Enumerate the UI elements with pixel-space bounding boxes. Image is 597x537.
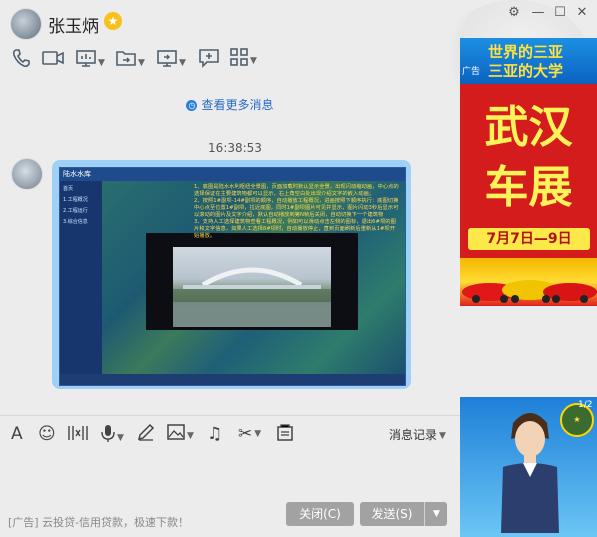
- video-icon[interactable]: [42, 48, 64, 72]
- phone-icon[interactable]: [12, 48, 30, 72]
- chevron-down-icon: ▼: [439, 430, 446, 441]
- image-logo: 陆水水库: [63, 170, 91, 178]
- image-nav-bar: 陆水水库: [60, 168, 405, 181]
- contact-name[interactable]: 张玉炳: [48, 12, 99, 37]
- music-icon[interactable]: ♫: [207, 423, 222, 445]
- image-icon[interactable]: ▼: [167, 423, 194, 447]
- image-status-bar: [60, 374, 405, 385]
- ad-date: 7月7日—9日: [468, 228, 590, 250]
- close-button[interactable]: 关闭(C): [286, 502, 354, 526]
- image-caption-line: 3、支持人工选择建筑物查看工程概况，例如可以滑动点击左侧的图标，退出6#坝的图片…: [194, 219, 396, 239]
- ad-tag: 广告: [462, 67, 481, 77]
- send-options-icon[interactable]: ▼: [424, 502, 448, 526]
- screen-share-icon[interactable]: ▼: [76, 48, 105, 72]
- send-label: 发送(S): [371, 507, 413, 521]
- vip-star-icon[interactable]: ★: [104, 12, 122, 30]
- ad-top-banner: 世界的三亚 三亚的大学 广告: [460, 38, 597, 84]
- image-sidebar-item: 3.综合信息: [63, 219, 88, 225]
- send-button[interactable]: 发送(S) ▼: [360, 502, 447, 526]
- ad-counter: 1/2: [578, 400, 593, 410]
- chat-toolbar: ▼ ▼ ▼ ▼: [0, 48, 460, 76]
- image-sidebar-item: 1.工程概况: [63, 197, 88, 203]
- image-sidebar-item: 2.工程运行: [63, 208, 88, 214]
- ad-line1: 世界的三亚: [488, 43, 564, 61]
- apps-icon[interactable]: ▼: [230, 48, 257, 72]
- message-history-button[interactable]: 消息记录 ▼: [389, 426, 446, 443]
- settings-icon[interactable]: ⚙: [504, 4, 524, 22]
- image-sidebar: 首页 1.工程概况 2.工程运行 3.综合信息: [60, 181, 102, 371]
- pen-icon[interactable]: [137, 423, 155, 447]
- ad-character-figure: [495, 405, 565, 533]
- whiteboard-icon[interactable]: [199, 48, 219, 72]
- image-message[interactable]: 陆水水库 首页 1.工程概况 2.工程运行 3.综合信息 1、底图是陆水水利枢纽…: [59, 167, 406, 386]
- image-caption-line: 1、底图是陆水水利枢纽全景图，页面加载时默认显示全景，出现闪动缩动画，中心点的选…: [194, 184, 399, 197]
- close-icon[interactable]: ✕: [572, 4, 592, 22]
- remote-desktop-icon[interactable]: ▼: [157, 48, 186, 72]
- message-history-label: 消息记录: [389, 428, 438, 442]
- screenshot-icon[interactable]: [67, 423, 89, 449]
- bag-icon[interactable]: [277, 423, 293, 447]
- view-more-messages-link[interactable]: ◷ 查看更多消息: [0, 96, 460, 113]
- message-timestamp: 16:38:53: [208, 141, 262, 155]
- view-more-messages-label: 查看更多消息: [201, 98, 274, 112]
- emoji-icon[interactable]: ☺: [38, 423, 56, 445]
- avatar-ad[interactable]: ★ 1/2: [460, 397, 597, 537]
- font-icon[interactable]: A: [11, 423, 23, 445]
- ad-headline1: 武汉: [484, 102, 573, 153]
- footer-ad-link[interactable]: [广告] 云投贷-信用贷款，极速下款！: [8, 514, 189, 530]
- clock-icon: ◷: [186, 100, 198, 111]
- scissors-icon[interactable]: ✂ ▼: [238, 423, 261, 445]
- contact-avatar[interactable]: [10, 8, 42, 40]
- image-caption: 1、底图是陆水水利枢纽全景图，页面加载时默认显示全景，出现闪动缩动画，中心点的选…: [194, 184, 400, 240]
- file-transfer-icon[interactable]: ▼: [116, 48, 145, 72]
- input-divider: [0, 415, 460, 416]
- voice-icon[interactable]: ▼: [101, 423, 124, 449]
- ad-line2: 三亚的大学: [488, 62, 564, 80]
- image-dam-photo: [173, 247, 331, 327]
- maximize-icon[interactable]: ☐: [550, 4, 570, 22]
- sender-avatar[interactable]: [11, 158, 43, 190]
- auto-show-ad[interactable]: 世界的三亚 三亚的大学 广告 武汉 车展 7月7日—9日: [460, 38, 597, 306]
- ad-headline2: 车展: [484, 162, 573, 213]
- image-sidebar-item: 首页: [63, 186, 74, 192]
- ad-cars-image: [460, 258, 597, 306]
- minimize-icon[interactable]: —: [528, 4, 548, 22]
- image-caption-line: 2、按照1#副坝-14#副坝的顺序，自动播放工程概况，进画按照下顺序执行：底图切…: [194, 198, 399, 218]
